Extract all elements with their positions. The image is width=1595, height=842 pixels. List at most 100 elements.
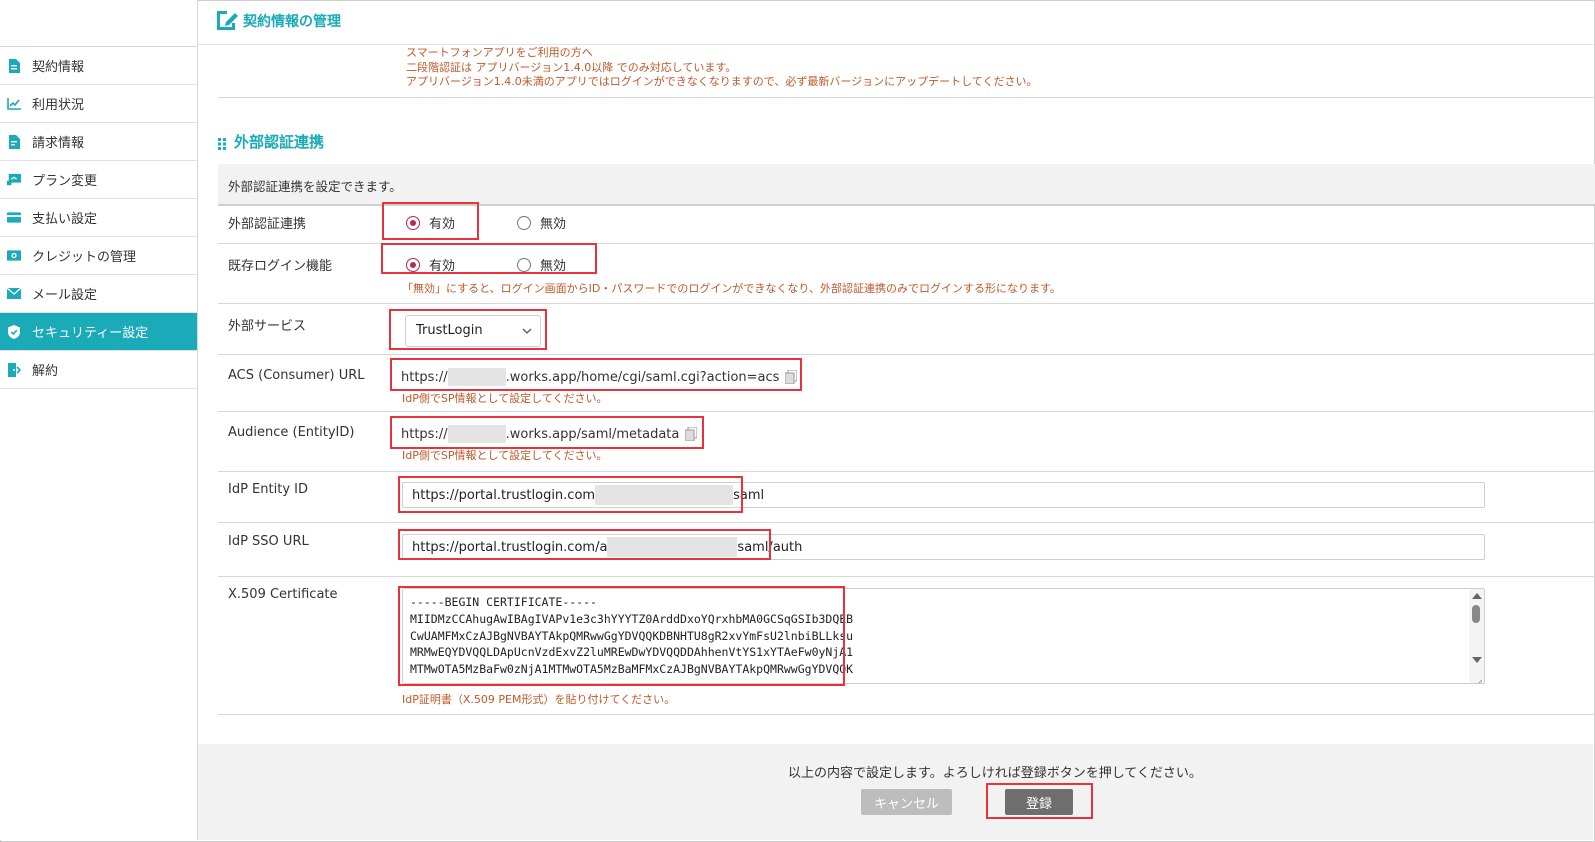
certificate-line: MTMwOTA5MzBaFw0zNjA1MTMwOTA5MzBaMFMxCzAJ… (410, 662, 854, 677)
external-auth-on-radio[interactable]: 有効 (406, 213, 455, 232)
certificate-hint: IdP証明書（X.509 PEM形式）を貼り付けてください。 (402, 693, 676, 706)
sidebar-item-cancel-contract[interactable]: 解約 (0, 351, 197, 389)
sidebar-item-label: プラン変更 (32, 174, 98, 189)
cancel-button[interactable]: キャンセル (861, 789, 952, 815)
audience-hint: IdP側でSP情報として設定してください。 (402, 449, 608, 462)
sidebar-top-spacer (0, 0, 197, 47)
input-suffix: saml (733, 487, 765, 503)
certificate-scrollbar[interactable] (1469, 589, 1484, 683)
divider (218, 303, 1595, 304)
sidebar-item-plan-change[interactable]: プラン変更 (0, 161, 197, 199)
idp-sso-input[interactable]: https://portal.trustlogin.com/a saml/aut… (402, 534, 1485, 560)
sidebar-item-credit[interactable]: クレジットの管理 (0, 237, 197, 275)
section-description: 外部認証連携を設定できます。 (228, 179, 402, 194)
radio-label: 無効 (540, 217, 567, 232)
sidebar-item-label: 支払い設定 (32, 212, 98, 227)
mail-icon (7, 287, 21, 301)
copy-icon[interactable] (784, 369, 799, 385)
certificate-label: X.509 Certificate (228, 587, 338, 602)
sidebar-item-label: 請求情報 (32, 136, 85, 151)
radio-label: 無効 (540, 259, 567, 274)
legacy-login-off-radio[interactable]: 無効 (517, 255, 566, 274)
certificate-textarea[interactable]: -----BEGIN CERTIFICATE----- MIIDMzCCAhugA… (402, 588, 1485, 684)
notice-line: アプリバージョン1.4.0未満のアプリではログインができなくなりますので、必ず最… (406, 75, 1038, 88)
sidebar-item-label: 契約情報 (32, 60, 85, 75)
line-chart-icon (7, 97, 21, 111)
redacted-tenant (595, 485, 734, 505)
chevron-down-icon (522, 325, 532, 335)
section-title-text: 外部認証連携 (234, 133, 325, 151)
notice-line: スマートフォンアプリをご利用の方へ (406, 46, 593, 59)
sidebar-item-label: セキュリティー設定 (32, 326, 149, 341)
shield-icon (7, 324, 21, 339)
page-header: 契約情報の管理 (198, 0, 1593, 45)
grip-icon (218, 136, 227, 150)
service-select[interactable]: TrustLogin (405, 315, 541, 347)
sidebar-item-payment[interactable]: 支払い設定 (0, 199, 197, 237)
legacy-login-on-radio[interactable]: 有効 (406, 255, 455, 274)
external-auth-off-radio[interactable]: 無効 (517, 213, 566, 232)
divider (218, 576, 1595, 577)
input-prefix: https://portal.trustlogin.com (412, 487, 596, 503)
divider (218, 522, 1595, 523)
input-suffix: saml/auth (737, 539, 803, 555)
redacted-tenant (447, 425, 506, 443)
scroll-down-arrow-icon[interactable] (1472, 657, 1482, 663)
document-icon (7, 58, 21, 73)
sidebar-item-security[interactable]: セキュリティー設定 (0, 313, 197, 351)
service-label: 外部サービス (228, 319, 307, 334)
submit-button[interactable]: 登録 (1005, 789, 1073, 815)
divider (218, 411, 1595, 412)
url-suffix: .works.app/home/cgi/saml.cgi?action=acs (505, 369, 780, 385)
redacted-tenant (607, 537, 738, 557)
money-icon (7, 249, 21, 263)
sidebar-item-billing[interactable]: 請求情報 (0, 123, 197, 161)
legacy-login-hint: 「無効」にすると、ログイン画面からID・パスワードでのログインができなくなり、外… (402, 282, 1061, 295)
contract-edit-icon (216, 9, 240, 31)
acs-url-value: https:// .works.app/home/cgi/saml.cgi?ac… (401, 368, 799, 386)
radio-label: 有効 (429, 259, 456, 274)
legacy-login-label: 既存ログイン機能 (228, 259, 333, 274)
app-frame (0, 0, 1595, 842)
external-auth-label: 外部認証連携 (228, 217, 307, 232)
exit-door-icon (7, 362, 21, 377)
divider (218, 243, 1595, 244)
certificate-line: -----BEGIN CERTIFICATE----- (410, 595, 597, 609)
certificate-text: -----BEGIN CERTIFICATE----- MIIDMzCCAhugA… (410, 594, 853, 678)
app-version-notice: スマートフォンアプリをご利用の方へ 二段階認証は アプリバージョン1.4.0以降… (406, 46, 1037, 90)
certificate-line: MIIDMzCCAhugAwIBAgIVAPv1e3c3hYYYTZ0ArddD… (410, 611, 854, 626)
select-value: TrustLogin (416, 323, 483, 338)
sidebar-item-mail[interactable]: メール設定 (0, 275, 197, 313)
sidebar-item-contract-info[interactable]: 契約情報 (0, 47, 197, 85)
invoice-icon (7, 134, 21, 149)
page-title: 契約情報の管理 (243, 14, 341, 30)
footer-bar: 以上の内容で設定します。よろしければ登録ボタンを押してください。 キャンセル 登… (198, 744, 1593, 840)
footer-message: 以上の内容で設定します。よろしければ登録ボタンを押してください。 (788, 766, 1202, 781)
radio-label: 有効 (429, 217, 456, 232)
plan-icon (7, 173, 21, 187)
certificate-line: MRMwEQYDVQQLDApUcnVzdExvZ2luMREwDwYDVQQD… (410, 645, 854, 660)
radio-dot (406, 215, 420, 230)
sidebar-item-label: クレジットの管理 (32, 250, 137, 265)
scroll-thumb[interactable] (1472, 605, 1480, 623)
audience-value: https:// .works.app/saml/metadata (401, 425, 699, 443)
copy-icon[interactable] (684, 426, 699, 442)
sidebar-item-usage[interactable]: 利用状況 (0, 85, 197, 123)
sidebar: 契約情報 利用状況 請求情報 プラン変更 支払い設定 クレジットの管理 メール設… (0, 0, 198, 840)
divider (218, 97, 1595, 98)
radio-dot (517, 215, 531, 230)
divider (218, 714, 1595, 715)
input-prefix: https://portal.trustlogin.com/a (412, 539, 608, 555)
acs-url-label: ACS (Consumer) URL (228, 368, 365, 383)
idp-sso-label: IdP SSO URL (228, 534, 309, 549)
scroll-up-arrow-icon[interactable] (1472, 593, 1482, 599)
url-suffix: .works.app/saml/metadata (505, 426, 680, 442)
radio-dot (406, 257, 420, 272)
resize-handle-icon[interactable] (1474, 673, 1483, 683)
radio-dot (517, 257, 531, 272)
notice-line: 二段階認証は アプリバージョン1.4.0以降 でのみ対応しています。 (406, 60, 737, 74)
idp-entity-input[interactable]: https://portal.trustlogin.com saml (402, 482, 1485, 508)
divider (218, 471, 1595, 472)
credit-card-icon (7, 211, 21, 225)
sidebar-item-label: メール設定 (32, 288, 98, 303)
